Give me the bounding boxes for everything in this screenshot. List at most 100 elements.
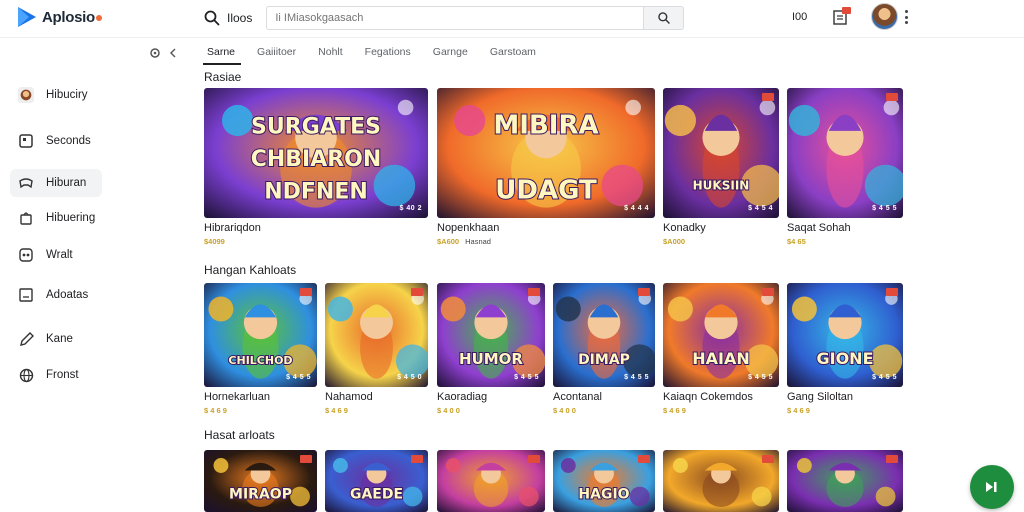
- more-menu-icon[interactable]: [905, 10, 909, 24]
- section-title-2: Hasat arloats: [204, 428, 275, 442]
- thumbnail-tag-icon: [300, 455, 312, 463]
- sidebar-item-1[interactable]: Seconds: [10, 127, 102, 155]
- game-thumbnail[interactable]: GAEDE: [325, 450, 428, 512]
- tab-5[interactable]: Garstoam: [486, 44, 542, 65]
- game-thumbnail[interactable]: SURGATES CHBIARON NDFNEN $ 40 2: [204, 88, 428, 218]
- game-thumbnail[interactable]: HUKSIIN $ 4 5 4: [663, 88, 779, 218]
- game-card[interactable]: $ 4 5 0 Nahamod $ 4 6 9: [325, 283, 428, 415]
- header-counter[interactable]: I00: [792, 11, 807, 23]
- game-thumbnail[interactable]: $ 4 5 5: [787, 88, 903, 218]
- user-avatar[interactable]: [871, 3, 898, 30]
- search-button[interactable]: [644, 6, 685, 30]
- game-price: $4099: [204, 237, 225, 246]
- game-thumbnail[interactable]: HAGIO: [553, 450, 655, 512]
- svg-text:NDFNEN: NDFNEN: [264, 180, 368, 205]
- game-card[interactable]: DIMAP $ 4 5 5 Acontanal $ 4 0 0: [553, 283, 655, 415]
- game-thumbnail[interactable]: HUMOR $ 4 5 5: [437, 283, 545, 387]
- game-card[interactable]: MIBIRA UDAGT $ 4 4 4 Nopenkhaan $A600 Hasnad: [437, 88, 655, 246]
- game-price: $ 4 6 9: [204, 406, 227, 415]
- section-title-0: Rasiae: [204, 70, 242, 84]
- tab-1[interactable]: Gaiiitoer: [253, 44, 302, 65]
- game-title[interactable]: Hornekarluan: [204, 391, 317, 403]
- game-title[interactable]: Kaiaqn Cokemdos: [663, 391, 779, 403]
- top-bar: Aplosio Iloos I00: [0, 0, 1024, 38]
- sidebar-item-0[interactable]: Hibuciry: [10, 81, 102, 109]
- tab-2[interactable]: Nohlt: [314, 44, 349, 65]
- game-title[interactable]: Gang Siloltan: [787, 391, 903, 403]
- thumbnail-badge: $ 4 5 4: [748, 205, 773, 212]
- game-card[interactable]: [437, 450, 545, 512]
- sidebar-item-4[interactable]: Wralt: [10, 241, 102, 269]
- app-logo[interactable]: Aplosio: [16, 5, 102, 29]
- game-thumbnail[interactable]: HAIAN $ 4 5 5: [663, 283, 779, 387]
- thumbnail-badge: $ 4 5 5: [748, 374, 773, 381]
- thumbnail-tag-icon: [528, 455, 540, 463]
- sidebar-item-label: Kane: [46, 333, 73, 345]
- notification-icon[interactable]: [832, 7, 852, 27]
- play-logo-icon: [18, 7, 36, 27]
- thumbnail-tag-icon: [886, 288, 898, 296]
- tab-4[interactable]: Garnge: [429, 44, 474, 65]
- game-card[interactable]: CHILCHOD $ 4 5 5 Hornekarluan $ 4 6 9: [204, 283, 317, 415]
- sidebar-item-2[interactable]: Hiburan: [10, 169, 102, 197]
- game-card[interactable]: HAGIO: [553, 450, 655, 512]
- thumbnail-badge: $ 4 5 5: [286, 374, 311, 381]
- game-thumbnail[interactable]: MIRAOP: [204, 450, 317, 512]
- game-card[interactable]: GAEDE: [325, 450, 428, 512]
- game-card[interactable]: SURGATES CHBIARON NDFNEN $ 40 2 Hibrariqdon $…: [204, 88, 428, 246]
- game-title[interactable]: Konadky: [663, 222, 779, 234]
- game-title[interactable]: Kaoradiag: [437, 391, 545, 403]
- square-icon: [18, 133, 34, 149]
- search-button-icon: [658, 12, 670, 24]
- thumbnail-badge: $ 4 5 0: [397, 374, 422, 381]
- game-thumbnail[interactable]: [437, 450, 545, 512]
- game-price: $4 65: [787, 237, 806, 246]
- thumbnail-badge: $ 4 5 5: [514, 374, 539, 381]
- game-thumbnail[interactable]: [787, 450, 903, 512]
- svg-text:GAEDE: GAEDE: [350, 486, 403, 502]
- game-price: $ 4 6 9: [663, 406, 686, 415]
- sidebar-item-label: Hiburan: [46, 177, 87, 189]
- svg-text:HAGIO: HAGIO: [578, 486, 629, 502]
- sidebar-item-3[interactable]: Hibuering: [10, 204, 102, 232]
- sidebar-item-6[interactable]: Kane: [10, 325, 102, 353]
- game-thumbnail[interactable]: DIMAP $ 4 5 5: [553, 283, 655, 387]
- globe-icon: [18, 367, 34, 383]
- tab-0[interactable]: Sarne: [203, 44, 242, 65]
- game-card[interactable]: MIRAOP: [204, 450, 317, 512]
- svg-text:SURGATES: SURGATES: [251, 115, 381, 140]
- play-fab-button[interactable]: [970, 465, 1014, 509]
- sidebar-item-7[interactable]: Fronst: [10, 361, 102, 389]
- game-thumbnail[interactable]: CHILCHOD $ 4 5 5: [204, 283, 317, 387]
- game-card[interactable]: HUKSIIN $ 4 5 4 Konadky $A000: [663, 88, 779, 246]
- game-thumbnail[interactable]: GIONE $ 4 5 5: [787, 283, 903, 387]
- game-title[interactable]: Acontanal: [553, 391, 655, 403]
- game-card[interactable]: GIONE $ 4 5 5 Gang Siloltan $ 4 6 9: [787, 283, 903, 415]
- game-title[interactable]: Saqat Sohah: [787, 222, 903, 234]
- game-title[interactable]: Hibrariqdon: [204, 222, 428, 234]
- chevron-left-icon[interactable]: [169, 47, 177, 59]
- game-title[interactable]: Nopenkhaan: [437, 222, 655, 234]
- category-tabs: Sarne Gaiiitoer Nohlt Fegations Garnge G…: [203, 44, 554, 65]
- game-card[interactable]: HUMOR $ 4 5 5 Kaoradiag $ 4 0 0: [437, 283, 545, 415]
- game-thumbnail[interactable]: MIBIRA UDAGT $ 4 4 4: [437, 88, 655, 218]
- game-title[interactable]: Nahamod: [325, 391, 428, 403]
- game-card[interactable]: [663, 450, 779, 512]
- search-input[interactable]: [266, 6, 645, 30]
- tab-3[interactable]: Fegations: [361, 44, 417, 65]
- game-thumbnail[interactable]: $ 4 5 0: [325, 283, 428, 387]
- thumbnail-tag-icon: [762, 455, 774, 463]
- thumbnail-badge: $ 4 5 5: [872, 374, 897, 381]
- thumbnail-tag-icon: [638, 288, 650, 296]
- game-card[interactable]: HAIAN $ 4 5 5 Kaiaqn Cokemdos $ 4 6 9: [663, 283, 779, 415]
- thumbnail-tag-icon: [638, 455, 650, 463]
- game-price: $A000: [663, 237, 686, 246]
- search-icon[interactable]: [203, 9, 221, 27]
- game-thumbnail[interactable]: [663, 450, 779, 512]
- svg-text:HAIAN: HAIAN: [692, 349, 750, 368]
- game-card[interactable]: [787, 450, 903, 512]
- settings-icon[interactable]: [149, 47, 161, 59]
- svg-text:CHBIARON: CHBIARON: [251, 147, 382, 172]
- sidebar-item-5[interactable]: Adoatas: [10, 281, 102, 309]
- game-card[interactable]: $ 4 5 5 Saqat Sohah $4 65: [787, 88, 903, 246]
